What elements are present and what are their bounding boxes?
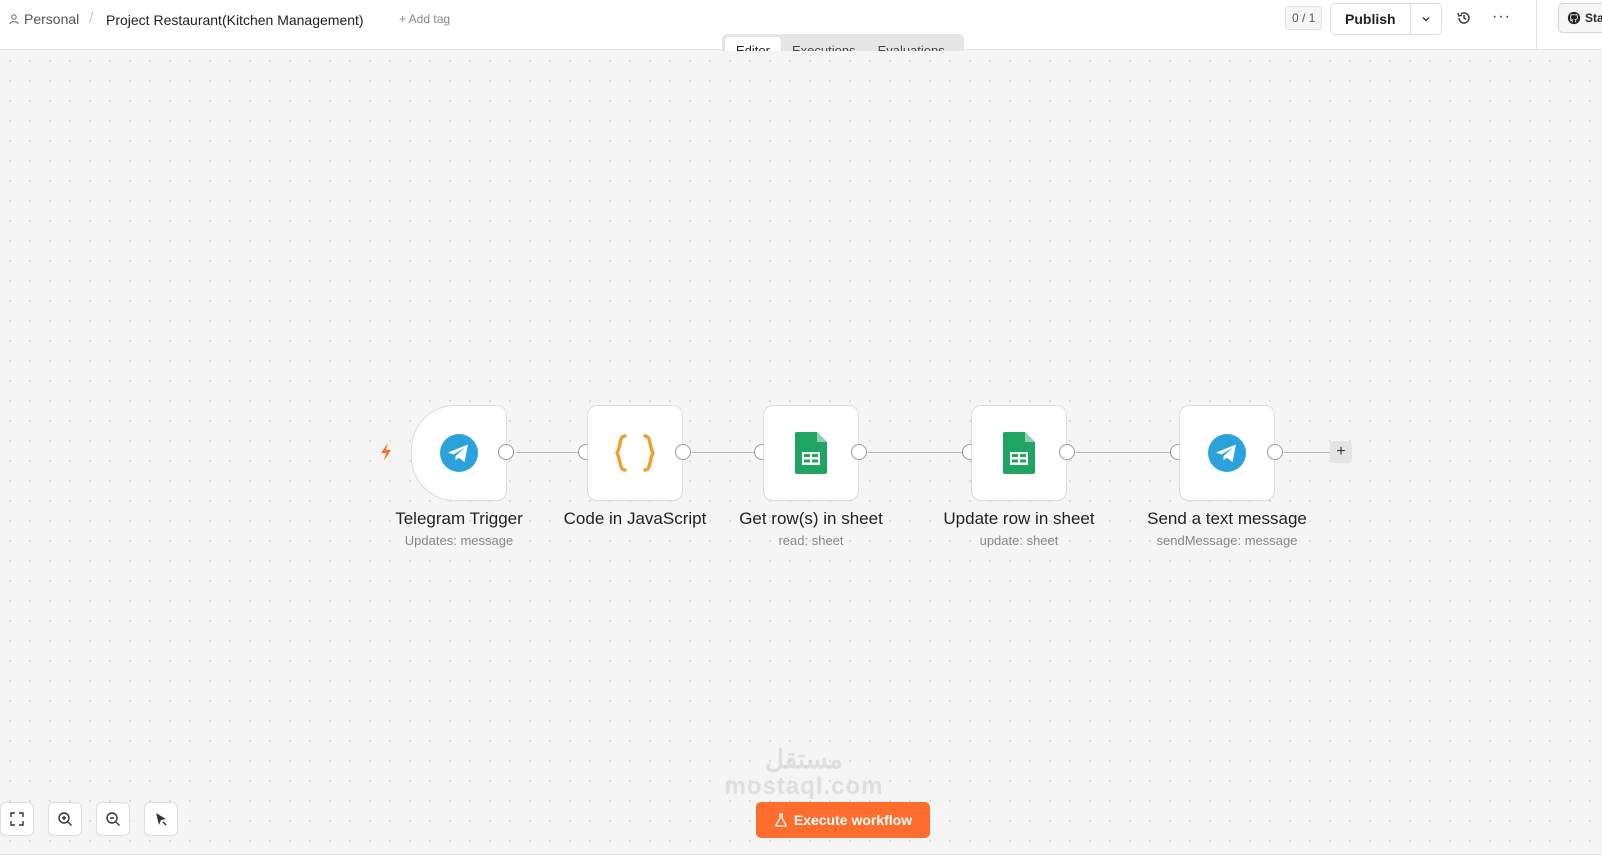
node-label: Telegram Trigger bbox=[395, 509, 523, 528]
node-send-text-message[interactable] bbox=[1179, 405, 1275, 501]
telegram-icon bbox=[440, 434, 478, 472]
watermark-latin: mostaql.com bbox=[724, 772, 884, 800]
node-subtitle: sendMessage: message bbox=[1156, 533, 1298, 548]
node-label: Send a text message bbox=[1147, 509, 1307, 528]
workflow-title[interactable]: Project Restaurant(Kitchen Management) bbox=[106, 12, 364, 28]
node-output-handle[interactable] bbox=[1267, 444, 1283, 460]
node-output-handle[interactable] bbox=[1059, 444, 1075, 460]
node-label: Code in JavaScript bbox=[563, 509, 707, 528]
node-subtitle: Updates: message bbox=[404, 533, 514, 548]
node-output-handle[interactable] bbox=[851, 444, 867, 460]
bottom-border bbox=[0, 854, 1602, 860]
flask-icon bbox=[775, 813, 787, 827]
zoom-in-icon bbox=[58, 812, 72, 826]
node-telegram-trigger[interactable] bbox=[411, 405, 507, 501]
fit-view-button[interactable] bbox=[0, 802, 34, 836]
github-icon bbox=[1567, 11, 1581, 25]
zoom-out-icon bbox=[106, 812, 120, 826]
node-update-row-sheet[interactable] bbox=[971, 405, 1067, 501]
breadcrumb-separator: / bbox=[89, 10, 94, 27]
publish-button-group: Publish bbox=[1330, 3, 1442, 35]
connection-line bbox=[1284, 452, 1332, 453]
node-get-rows-sheet[interactable] bbox=[763, 405, 859, 501]
breadcrumb-owner[interactable]: Personal bbox=[8, 11, 79, 27]
add-tag-link[interactable]: + Add tag bbox=[399, 12, 450, 26]
watermark: مستقل mostaql.com bbox=[704, 745, 904, 800]
github-star-label: Sta bbox=[1585, 11, 1602, 25]
node-code-javascript[interactable] bbox=[587, 405, 683, 501]
code-braces-icon bbox=[615, 434, 655, 472]
watermark-arabic: مستقل bbox=[765, 744, 843, 774]
magic-wand-icon bbox=[156, 813, 167, 826]
zoom-out-button[interactable] bbox=[96, 802, 130, 836]
connection-line[interactable] bbox=[692, 452, 762, 453]
node-label: Get row(s) in sheet bbox=[739, 509, 883, 528]
header-divider bbox=[1536, 0, 1537, 50]
telegram-icon bbox=[1208, 434, 1246, 472]
connection-line[interactable] bbox=[1076, 452, 1176, 453]
publish-dropdown-button[interactable] bbox=[1411, 4, 1441, 34]
history-icon[interactable] bbox=[1456, 10, 1472, 26]
connection-line[interactable] bbox=[516, 452, 586, 453]
add-node-button[interactable]: + bbox=[1330, 441, 1352, 463]
version-counter: 0 / 1 bbox=[1285, 6, 1323, 30]
publish-button[interactable]: Publish bbox=[1331, 4, 1411, 34]
tidy-up-button[interactable] bbox=[144, 802, 178, 836]
node-output-handle[interactable] bbox=[675, 444, 691, 460]
node-label: Update row in sheet bbox=[943, 509, 1095, 528]
breadcrumb-owner-label: Personal bbox=[24, 11, 80, 27]
fit-view-icon bbox=[10, 812, 24, 826]
connection-line[interactable] bbox=[868, 452, 968, 453]
trigger-bolt-icon bbox=[381, 443, 391, 461]
chevron-down-icon bbox=[1422, 17, 1430, 22]
github-star-button[interactable]: Sta bbox=[1558, 3, 1602, 33]
google-sheets-icon bbox=[1003, 432, 1035, 474]
execute-workflow-label: Execute workflow bbox=[793, 812, 913, 828]
node-subtitle: read: sheet bbox=[778, 533, 844, 548]
more-options-icon[interactable]: ··· bbox=[1492, 8, 1511, 26]
google-sheets-icon bbox=[795, 432, 827, 474]
execute-workflow-button[interactable]: Execute workflow bbox=[756, 802, 930, 838]
user-icon bbox=[9, 14, 19, 25]
node-subtitle: update: sheet bbox=[979, 533, 1059, 548]
node-output-handle[interactable] bbox=[498, 444, 514, 460]
zoom-in-button[interactable] bbox=[48, 802, 82, 836]
